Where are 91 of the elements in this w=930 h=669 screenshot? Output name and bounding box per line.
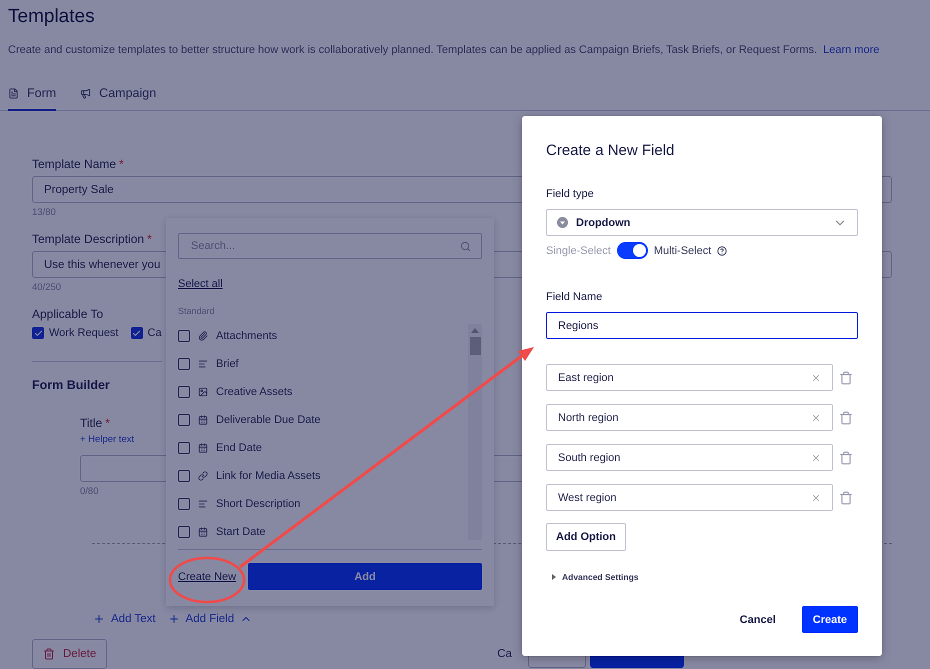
clear-icon[interactable] xyxy=(811,412,821,422)
checkbox-label: Ca xyxy=(148,327,162,339)
tab[interactable]: Form xyxy=(8,86,56,111)
trash-icon xyxy=(43,648,55,660)
image-icon xyxy=(198,387,208,397)
link-icon xyxy=(198,471,208,481)
field-option-label[interactable]: Creative Assets xyxy=(216,386,292,398)
plus-icon xyxy=(93,613,105,625)
plus-icon xyxy=(168,613,180,625)
character-counter: 40/250 xyxy=(32,282,62,293)
required-mark: * xyxy=(105,416,110,430)
add-option-button[interactable]: Add Option xyxy=(546,523,626,551)
field-option-label[interactable]: End Date xyxy=(216,442,262,454)
helper-text-link[interactable]: + Helper text xyxy=(80,434,134,445)
select-all-link[interactable]: Select all xyxy=(178,278,223,290)
checkbox[interactable] xyxy=(178,498,190,510)
field-option-label[interactable]: Link for Media Assets xyxy=(216,470,321,482)
checkbox-label: Work Request xyxy=(49,327,118,339)
trash-icon[interactable] xyxy=(839,370,853,384)
option-field[interactable]: South region xyxy=(546,444,833,471)
checkbox[interactable] xyxy=(178,442,190,454)
create-button[interactable]: Create xyxy=(802,606,858,633)
check-icon xyxy=(132,328,141,338)
field-type-select[interactable]: Dropdown xyxy=(546,209,858,236)
page-description: Create and customize templates to better structure how work is collaboratively planned. Templates can be applied as Campaign Briefs, Task Briefs, or Request Forms. xyxy=(8,44,818,56)
field-label: Field type xyxy=(546,188,595,200)
checkbox[interactable] xyxy=(178,358,190,370)
tab[interactable]: Campaign xyxy=(80,86,156,111)
clear-icon[interactable] xyxy=(811,452,821,462)
required-mark: * xyxy=(119,157,124,171)
modal-title: Create a New Field xyxy=(546,142,676,159)
option-field[interactable]: West region xyxy=(546,484,833,511)
toggle-switch[interactable] xyxy=(616,242,648,259)
clear-icon[interactable] xyxy=(811,372,821,382)
field-label: Template Description xyxy=(32,232,144,246)
calendar-icon xyxy=(198,443,208,453)
scrollbar[interactable] xyxy=(468,324,482,540)
clear-icon[interactable] xyxy=(811,492,821,502)
trash-icon[interactable] xyxy=(839,490,853,504)
lines-icon xyxy=(198,499,208,509)
option-field[interactable]: East region xyxy=(546,364,833,391)
page-title: Templates xyxy=(8,6,96,28)
checkbox[interactable] xyxy=(178,414,190,426)
check-icon xyxy=(34,328,42,338)
field-label: Template Name xyxy=(32,157,116,171)
toggle-label: Multi-Select xyxy=(654,244,712,256)
toggle-label: Single-Select xyxy=(546,244,611,256)
add-button[interactable]: Add xyxy=(248,563,482,590)
dropdown-type-icon xyxy=(557,217,568,228)
lines-icon xyxy=(198,359,208,369)
required-mark: * xyxy=(147,232,152,246)
field-label: Title xyxy=(80,416,102,430)
document-icon xyxy=(8,88,19,98)
field-label: Applicable To xyxy=(32,307,104,321)
add-text-link[interactable]: Add Text xyxy=(93,613,156,625)
option-field[interactable]: North region xyxy=(546,404,833,431)
advanced-settings-toggle[interactable]: Advanced Settings xyxy=(552,572,639,582)
search-field[interactable]: Search... xyxy=(178,233,482,259)
partial-button-label[interactable]: Ca xyxy=(497,648,512,660)
learn-more-link[interactable]: Learn more xyxy=(823,44,880,56)
checkbox[interactable] xyxy=(130,327,142,339)
field-option-label[interactable]: Start Date xyxy=(216,526,266,538)
field-option-label[interactable]: Brief xyxy=(216,358,239,370)
create-new-link[interactable]: Create New xyxy=(178,570,236,582)
character-counter: 0/80 xyxy=(80,486,98,497)
checkbox[interactable] xyxy=(178,330,190,342)
section-label: Standard xyxy=(178,306,216,316)
checkbox[interactable] xyxy=(178,526,190,538)
add-field-link[interactable]: Add Field xyxy=(168,613,252,625)
field-option-label[interactable]: Deliverable Due Date xyxy=(216,414,321,426)
field-option-label[interactable]: Short Description xyxy=(216,498,300,510)
trash-icon[interactable] xyxy=(839,450,853,464)
character-counter: 13/80 xyxy=(32,207,56,218)
scrollbar-thumb[interactable] xyxy=(470,337,480,355)
paperclip-icon xyxy=(198,331,208,341)
trash-icon[interactable] xyxy=(839,410,853,424)
help-icon[interactable] xyxy=(717,246,728,256)
delete-button[interactable]: Delete xyxy=(32,639,108,669)
field-label: Field Name xyxy=(546,291,604,303)
cancel-button[interactable]: Cancel xyxy=(734,612,782,626)
section-heading: Form Builder xyxy=(32,378,110,392)
megaphone-icon xyxy=(80,88,92,98)
calendar-icon xyxy=(198,415,208,425)
field-option-label[interactable]: Attachments xyxy=(216,330,278,342)
field-name-input[interactable]: Regions xyxy=(546,312,858,339)
scroll-up-icon xyxy=(471,328,479,333)
checkbox[interactable] xyxy=(178,386,190,398)
checkbox[interactable] xyxy=(32,327,44,339)
search-icon xyxy=(460,240,471,252)
calendar-icon xyxy=(198,527,208,537)
checkbox[interactable] xyxy=(178,470,190,482)
